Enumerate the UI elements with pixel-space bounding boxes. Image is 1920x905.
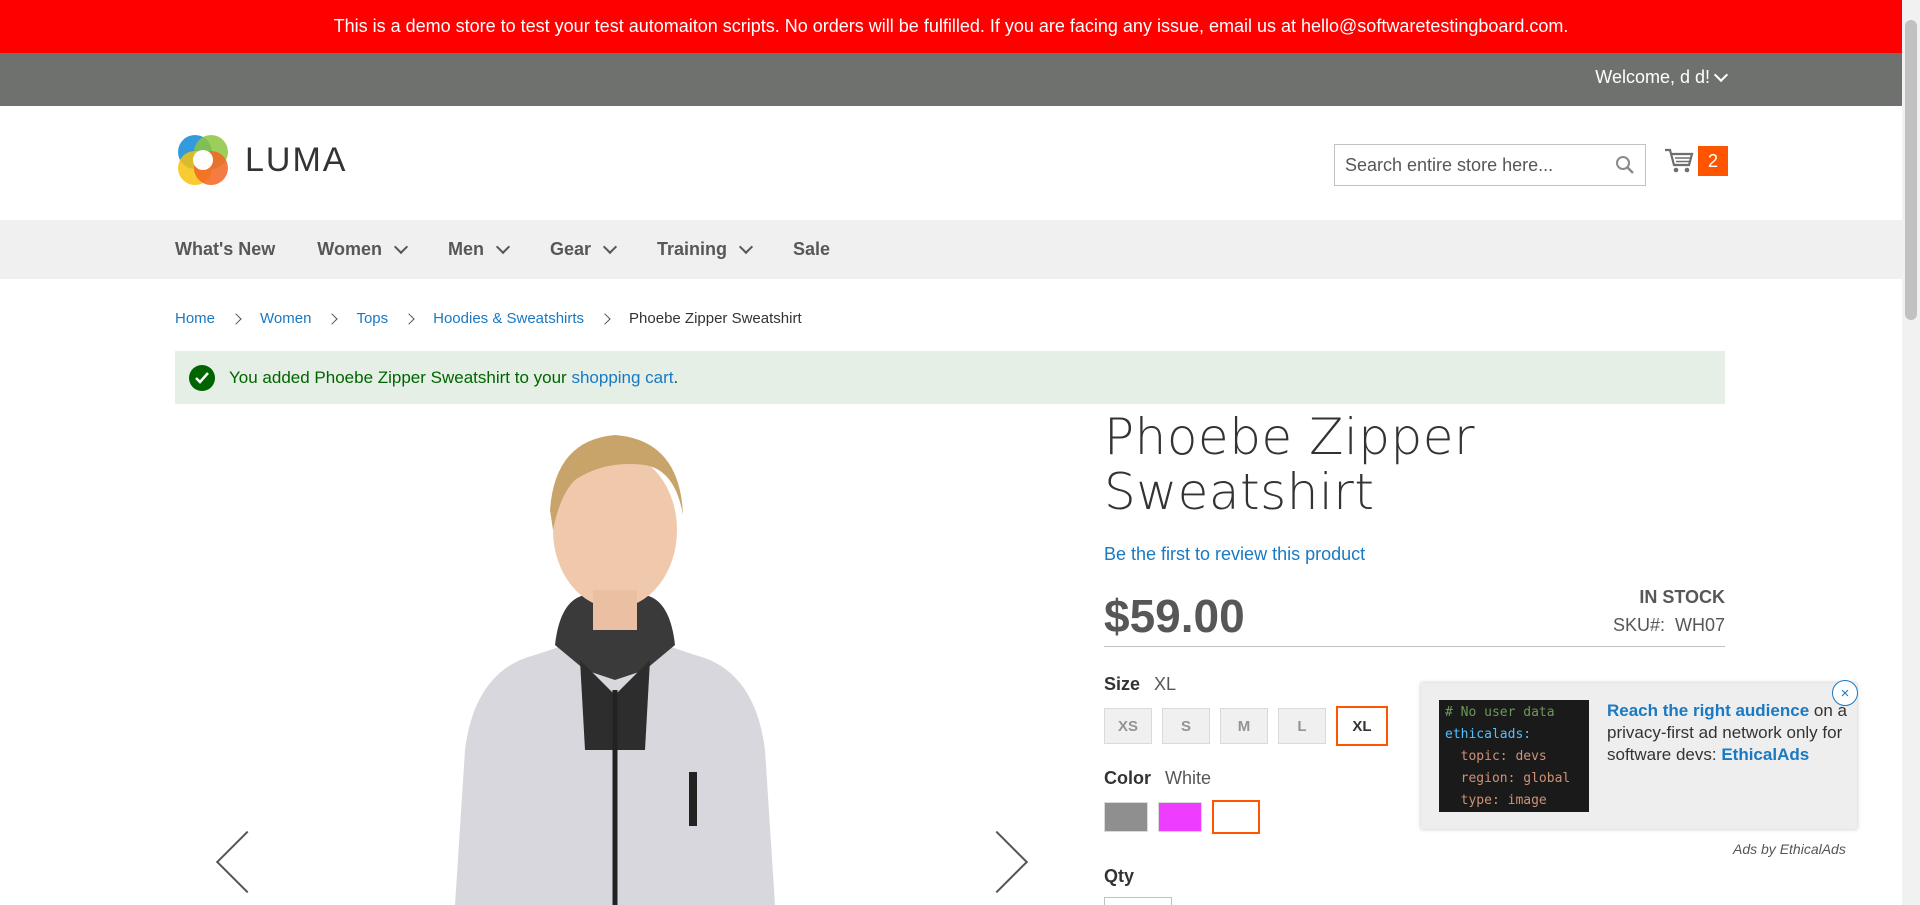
site-header: LUMA 2 [0,106,1902,220]
color-swatch-purple[interactable] [1158,802,1202,832]
search-input[interactable] [1345,154,1605,176]
color-label: Color [1104,768,1151,788]
success-message-suffix: . [673,367,679,387]
ad-text: Reach the right audience on a privacy-fi… [1607,700,1847,766]
minicart[interactable]: 2 [1664,146,1728,176]
search-icon[interactable] [1615,155,1635,175]
color-option: Color White [1104,768,1260,834]
size-label: Size [1104,674,1141,694]
luma-logo-icon [178,135,228,185]
sku: SKU#: WH07 [1613,615,1725,636]
checkmark-icon [189,364,215,391]
product-title: Phoebe Zipper Sweatshirt [1104,408,1476,521]
sku-label: SKU#: [1612,615,1665,635]
breadcrumb-hoodies[interactable]: Hoodies & Sweatshirts [433,310,584,327]
ad-code-type: type: image [1445,793,1547,808]
ad-brand[interactable]: EthicalAds [1721,745,1809,764]
chevron-down-icon [602,239,618,254]
ad-code-key: ethicalads: [1445,727,1532,742]
nav-item-women[interactable]: Women [317,239,409,260]
size-option: Size XL XS S M L XL [1104,674,1388,746]
logo[interactable]: LUMA [175,132,347,188]
product-price: $59.00 [1104,590,1245,642]
ethicalads-banner[interactable]: # No user data ethicalads: topic: devs r… [1421,683,1857,829]
ad-code-comment: # No user data [1445,705,1555,720]
chevron-down-icon [393,239,409,254]
chevron-right-icon [599,312,611,325]
color-swatch-gray[interactable] [1104,802,1148,832]
customer-menu[interactable]: Welcome, d d! [1595,67,1729,88]
success-message-text: You added Phoebe Zipper Sweatshirt to yo… [229,367,567,387]
nav-item-sale[interactable]: Sale [793,239,830,260]
ad-code-image: # No user data ethicalads: topic: devs r… [1439,700,1589,812]
breadcrumb-current: Phoebe Zipper Sweatshirt [629,310,802,327]
breadcrumb: Home Women Tops Hoodies & Sweatshirts Ph… [175,310,802,327]
product-image[interactable] [175,420,1055,905]
breadcrumb-home[interactable]: Home [175,310,215,327]
welcome-text: Welcome, d d! [1595,67,1710,87]
color-swatch-white[interactable] [1212,800,1260,834]
product-gallery [175,420,1055,905]
nav-item-label: Men [447,239,484,259]
ads-by-label[interactable]: Ads by EthicalAds [1733,841,1846,857]
nav-item-label: Gear [549,239,591,259]
qty-option: Qty [1104,866,1172,905]
price-row: $59.00 IN STOCK SKU#: WH07 [1104,579,1725,647]
main-navigation: What's New Women Men Gear Training Sale [0,220,1902,279]
success-message: You added Phoebe Zipper Sweatshirt to yo… [175,351,1725,404]
color-selected: White [1165,768,1212,788]
nav-item-training[interactable]: Training [657,239,754,260]
size-swatch-s[interactable]: S [1162,708,1210,744]
nav-item-label: Sale [793,239,831,259]
nav-item-label: What's New [175,239,276,259]
stock-status: IN STOCK [1639,587,1725,607]
ad-headline[interactable]: Reach the right audience [1607,701,1809,720]
logo-text: LUMA [245,140,348,179]
shopping-cart-link[interactable]: shopping cart [571,368,673,388]
cart-count-badge: 2 [1698,146,1728,176]
chevron-right-icon [230,312,242,325]
breadcrumb-tops[interactable]: Tops [356,310,388,327]
nav-item-whats-new[interactable]: What's New [175,239,275,260]
nav-item-label: Women [317,239,382,259]
product-info: Phoebe Zipper Sweatshirt Be the first to… [1104,408,1725,905]
scrollbar-thumb[interactable] [1905,20,1917,320]
demo-notice-banner: This is a demo store to test your test a… [0,0,1902,53]
size-swatch-l[interactable]: L [1278,708,1326,744]
size-selected: XL [1154,674,1177,694]
chevron-down-icon [738,239,754,254]
chevron-right-icon [403,312,415,325]
review-link[interactable]: Be the first to review this product [1104,544,1725,565]
chevron-down-icon [495,239,511,254]
size-swatch-m[interactable]: M [1220,708,1268,744]
search-form [1334,144,1646,186]
nav-item-men[interactable]: Men [447,239,511,260]
page-scrollbar[interactable] [1902,0,1920,905]
top-panel: Welcome, d d! [0,53,1902,106]
breadcrumb-women[interactable]: Women [260,310,311,327]
ad-code-region: region: global [1445,771,1571,786]
shopping-cart-icon [1665,148,1694,173]
nav-item-label: Training [657,239,728,259]
sku-value: WH07 [1674,615,1725,635]
close-icon[interactable]: × [1832,680,1858,706]
nav-item-gear[interactable]: Gear [549,239,618,260]
size-swatch-xs[interactable]: XS [1104,708,1152,744]
size-swatch-xl[interactable]: XL [1336,706,1388,746]
chevron-right-icon [326,312,339,325]
qty-label: Qty [1104,866,1135,886]
ad-code-topic: topic: devs [1445,749,1547,764]
demo-notice-text: This is a demo store to test your test a… [333,16,1569,36]
chevron-down-icon [1713,67,1729,83]
qty-input[interactable] [1104,897,1172,905]
